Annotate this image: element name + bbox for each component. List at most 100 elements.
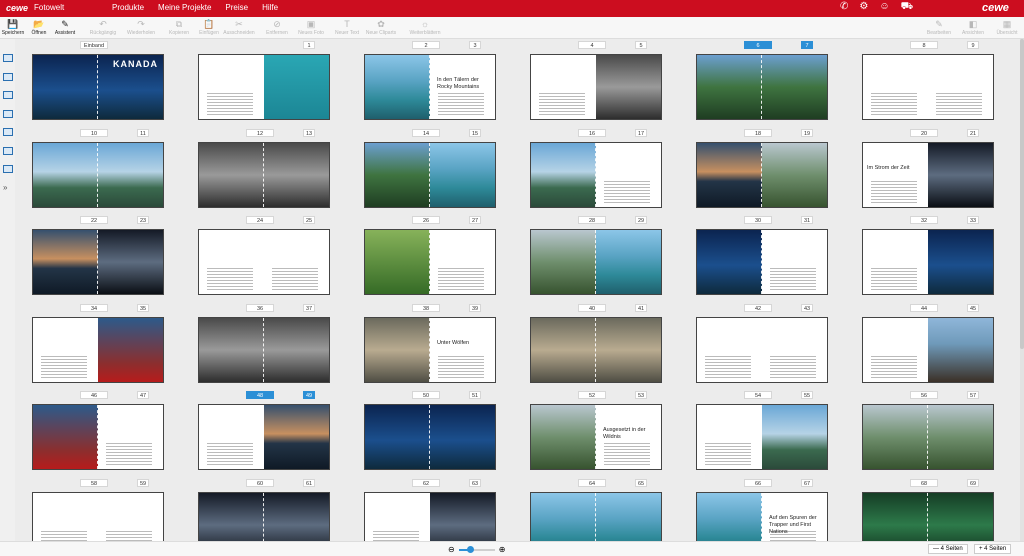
page-number-left: 16: [578, 128, 606, 137]
spread-thumbnail[interactable]: 22 23: [15, 216, 165, 296]
page-overview-canvas[interactable]: Einband KANADA 1 2 3 In den Tälern der Rocky …: [15, 39, 1020, 541]
page-number-left: 30: [744, 216, 772, 224]
spread-thumbnail[interactable]: 50 51: [347, 391, 497, 471]
toolbar-bulb-button[interactable]: ☼ Weiterblättern: [405, 19, 445, 36]
spread-thumbnail[interactable]: 64 65: [513, 478, 663, 541]
left-page: [863, 230, 928, 294]
main-menu: Produkte Meine Projekte Preise Hilfe: [112, 3, 278, 12]
spread-heading: Auf den Spuren der Trapper und First Nat…: [769, 514, 817, 535]
menu-item-meine-projekte[interactable]: Meine Projekte: [158, 3, 211, 12]
right-page: [762, 317, 827, 382]
vertical-scrollbar[interactable]: [1020, 39, 1024, 541]
spread-preview: [862, 54, 994, 120]
user-icon[interactable]: ☺: [879, 1, 889, 14]
toolbar-photo-button[interactable]: ▣ Neues Foto: [291, 19, 331, 36]
spread-thumbnail[interactable]: 28 29: [513, 216, 663, 296]
spread-thumbnail[interactable]: 40 41: [513, 303, 663, 384]
spread-thumbnail[interactable]: 54 55: [679, 391, 829, 471]
add-pages-button[interactable]: + 4 Seiten: [974, 544, 1012, 554]
spread-thumbnail[interactable]: 1: [181, 41, 331, 121]
pages-icon[interactable]: [3, 91, 13, 99]
menu-item-hilfe[interactable]: Hilfe: [262, 3, 278, 12]
spread-thumbnail[interactable]: 34 35: [15, 303, 165, 384]
toolbar-redo-button[interactable]: ↷ Wiederholen: [121, 19, 161, 36]
layout-icon[interactable]: [3, 54, 13, 62]
spread-thumbnail[interactable]: 36 37: [181, 303, 331, 384]
toolbar-label: Neues Foto: [298, 30, 324, 36]
spread-thumbnail[interactable]: 20 21 Im Strom der Zeit: [845, 128, 995, 209]
spine-divider: [97, 492, 98, 541]
spread-thumbnail[interactable]: 38 39 Unter Wölfen: [347, 303, 497, 384]
scrollbar-thumb[interactable]: [1020, 39, 1024, 349]
wand-icon: ✎: [61, 19, 69, 29]
phone-icon[interactable]: ✆: [840, 1, 848, 14]
redo-icon: ↷: [137, 19, 145, 29]
page-number-left: 38: [412, 303, 440, 312]
bottom-bar: ⊖ ⊕ — 4 Seiten + 4 Seiten: [0, 541, 1024, 556]
left-page: [199, 142, 264, 207]
spread-thumbnail[interactable]: 42 43: [679, 303, 829, 384]
page-number-right: 1: [303, 41, 315, 49]
spread-thumbnail[interactable]: 52 53 Ausgesetzt in der Wildnis: [513, 391, 663, 471]
spread-thumbnail[interactable]: 32 33: [845, 216, 995, 296]
toolbar-label: Weiterblättern: [409, 30, 441, 36]
layouts-icon[interactable]: [3, 109, 13, 118]
cart-icon[interactable]: ⛟: [901, 1, 914, 14]
spread-thumbnail[interactable]: 44 45: [845, 303, 995, 384]
spread-thumbnail[interactable]: 66 67 Auf den Spuren der Trapper und First…: [679, 478, 829, 541]
spread-thumbnail[interactable]: 46 47: [15, 391, 165, 471]
zoom-out-icon[interactable]: ⊖: [448, 545, 455, 554]
toolbar-cut-button[interactable]: ✂ Ausschneiden: [219, 19, 259, 36]
toolbar-clipart-button[interactable]: ✿ Neue Cliparts: [361, 19, 401, 36]
toolbar-overview-button[interactable]: ▦ Übersicht: [987, 19, 1024, 36]
spread-thumbnail[interactable]: 14 15: [347, 128, 497, 209]
backgrounds-icon[interactable]: [3, 128, 13, 136]
gear-icon[interactable]: ⚙: [859, 1, 868, 14]
spread-preview: [530, 229, 662, 295]
spread-thumbnail[interactable]: 30 31: [679, 216, 829, 296]
spread-preview: [32, 491, 164, 541]
spread-thumbnail[interactable]: 26 27: [347, 216, 497, 296]
photo-icon: ▣: [306, 19, 316, 29]
spread-thumbnail[interactable]: 48 49: [181, 391, 331, 471]
right-page: [928, 405, 993, 469]
spread-thumbnail[interactable]: 12 13: [181, 128, 331, 209]
spread-thumbnail[interactable]: 56 57: [845, 391, 995, 471]
left-page: [199, 405, 264, 469]
cewe-logo[interactable]: cewe: [6, 3, 28, 13]
spread-thumbnail[interactable]: 68 69: [845, 478, 995, 541]
remove-pages-button[interactable]: — 4 Seiten: [928, 544, 968, 554]
frames-icon[interactable]: [3, 165, 13, 173]
spread-thumbnail[interactable]: 89: [845, 41, 995, 121]
toolbar-wand-button[interactable]: ✎ Assistent: [45, 19, 85, 36]
spread-thumbnail[interactable]: 45: [513, 41, 663, 121]
spread-thumbnail[interactable]: 16 17: [513, 128, 663, 209]
spread-thumbnail[interactable]: Einband KANADA: [15, 41, 165, 121]
spread-thumbnail[interactable]: 18 19: [679, 128, 829, 209]
text-block: [438, 355, 484, 378]
spread-preview: [364, 141, 496, 208]
cliparts-icon[interactable]: [3, 146, 13, 155]
spread-preview: [696, 141, 828, 208]
zoom-slider[interactable]: [458, 545, 495, 553]
zoom-in-icon[interactable]: ⊕: [499, 545, 506, 554]
expand-icon[interactable]: »: [3, 183, 7, 192]
spread-thumbnail[interactable]: 67: [679, 41, 829, 121]
spine-divider: [595, 230, 596, 294]
spread-preview: Im Strom der Zeit: [862, 141, 994, 208]
menu-item-produkte[interactable]: Produkte: [112, 3, 144, 12]
zoom-slider-knob[interactable]: [466, 545, 474, 553]
spread-thumbnail[interactable]: 2 3 In den Tälern der Rocky Mountains: [347, 41, 497, 121]
spine-divider: [429, 317, 430, 382]
spread-thumbnail[interactable]: 24 25: [181, 216, 331, 296]
spine-divider: [263, 317, 264, 382]
spread-thumbnail[interactable]: 10 11: [15, 128, 165, 209]
toolbar-undo-button[interactable]: ↶ Rückgängig: [83, 19, 123, 36]
spread-thumbnail[interactable]: 60 61: [181, 478, 331, 541]
right-page: [596, 492, 661, 541]
spread-thumbnail[interactable]: 58 59: [15, 478, 165, 541]
spread-thumbnail[interactable]: 62 63: [347, 478, 497, 541]
photos-icon[interactable]: [3, 72, 13, 81]
text-block: [272, 268, 318, 290]
menu-item-preise[interactable]: Preise: [225, 3, 248, 12]
